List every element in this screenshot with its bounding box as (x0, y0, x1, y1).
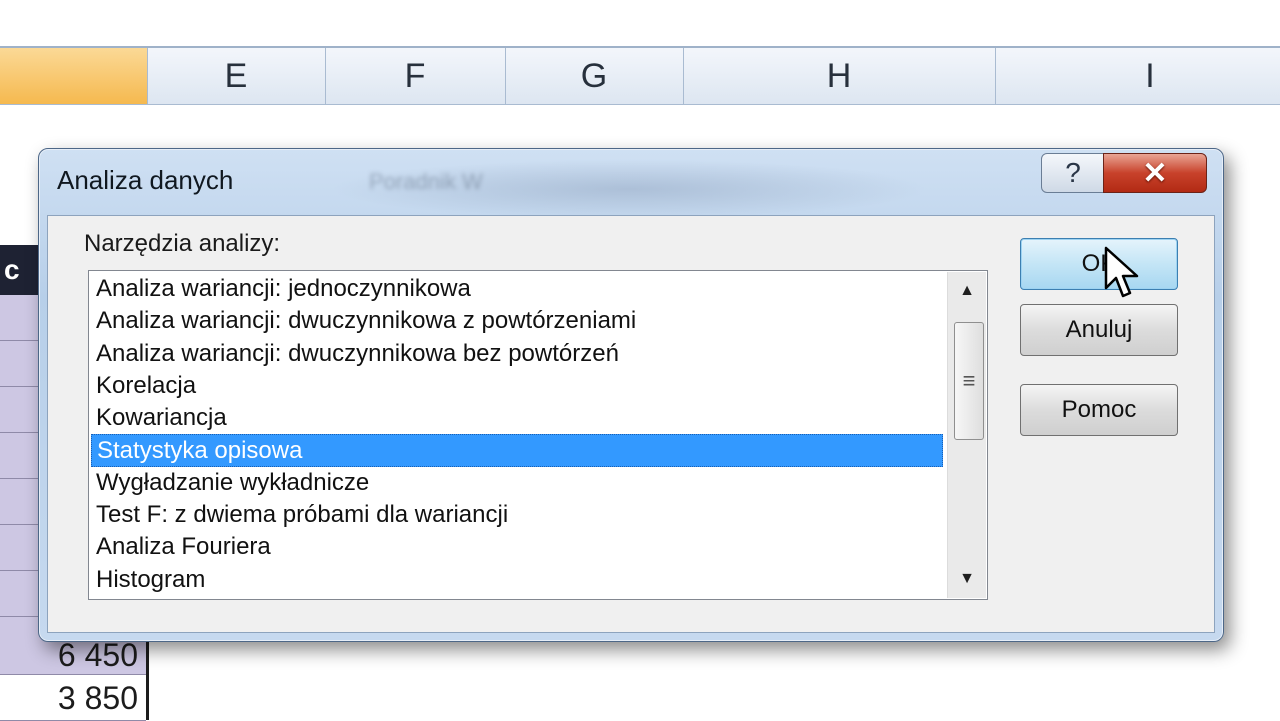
list-item[interactable]: Analiza wariancji: jednoczynnikowa (91, 273, 943, 305)
list-item[interactable]: Wygładzanie wykładnicze (91, 467, 943, 499)
list-item[interactable]: Analiza wariancji: dwuczynnikowa z powtó… (91, 305, 943, 337)
tools-list-label: Narzędzia analizy: (84, 230, 281, 257)
ok-button[interactable]: OK (1020, 238, 1178, 290)
list-item[interactable]: Kowariancja (91, 402, 943, 434)
tools-listbox[interactable]: Analiza wariancji: jednoczynnikowa Analiz… (88, 270, 988, 600)
ribbon-area (0, 0, 1280, 42)
cancel-button[interactable]: Anuluj (1020, 304, 1178, 356)
column-header-bar: E F G H I (0, 46, 1280, 105)
list-item[interactable]: Statystyka opisowa (91, 434, 943, 467)
scroll-up-arrow-icon[interactable]: ▲ (948, 276, 986, 306)
list-item[interactable]: Analiza Fouriera (91, 531, 943, 563)
listbox-scrollbar[interactable]: ▲ ≡ ▼ (947, 272, 986, 598)
table-cell[interactable]: 3 850 (0, 675, 146, 721)
list-item[interactable]: Analiza wariancji: dwuczynnikowa bez pow… (91, 338, 943, 370)
dialog-client-area: Narzędzia analizy: Analiza wariancji: je… (47, 215, 1215, 633)
column-header-e[interactable]: E (147, 48, 326, 104)
list-item[interactable]: Korelacja (91, 370, 943, 402)
help-icon-button[interactable]: ? (1041, 153, 1105, 193)
column-header-d[interactable] (0, 48, 148, 104)
column-header-g[interactable]: G (505, 48, 684, 104)
list-item[interactable]: Test F: z dwiema próbami dla wariancji (91, 499, 943, 531)
tools-list: Analiza wariancji: jednoczynnikowa Analiz… (91, 273, 943, 596)
column-header-i[interactable]: I (995, 48, 1280, 104)
scroll-down-arrow-icon[interactable]: ▼ (948, 564, 986, 594)
analysis-dialog: Poradnik W Analiza danych ? ✕ Narzędzia … (38, 148, 1224, 642)
help-button[interactable]: Pomoc (1020, 384, 1178, 436)
background-window-ghost: Poradnik W (329, 159, 929, 219)
scroll-thumb[interactable]: ≡ (954, 322, 984, 440)
column-header-h[interactable]: H (683, 48, 996, 104)
table-header-cell[interactable]: c (0, 245, 40, 295)
mouse-cursor-icon (1104, 246, 1139, 298)
column-header-f[interactable]: F (325, 48, 506, 104)
list-item[interactable]: Histogram (91, 564, 943, 596)
close-button[interactable]: ✕ (1103, 153, 1207, 193)
dialog-title: Analiza danych (57, 165, 234, 195)
